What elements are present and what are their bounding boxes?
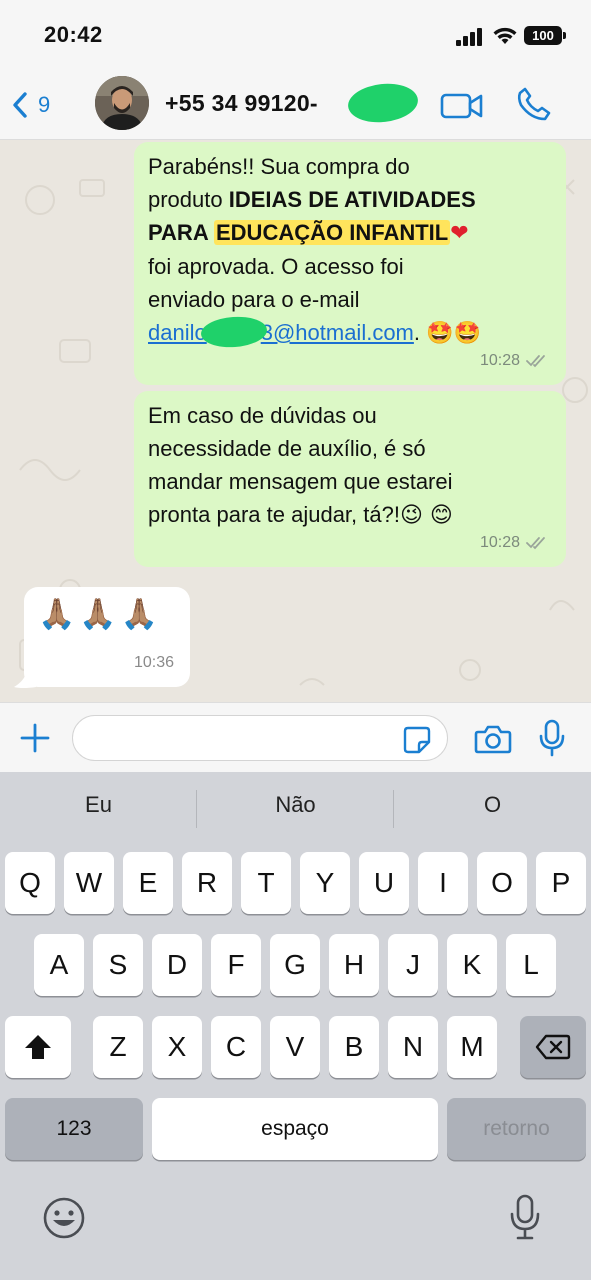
redaction-mark [346, 80, 420, 126]
key[interactable]: G [270, 934, 320, 996]
wink-smile-emoji: 😉 😊 [399, 503, 453, 528]
key[interactable]: C [211, 1016, 261, 1078]
key[interactable]: L [506, 934, 556, 996]
message-timestamp: 10:28 [480, 526, 550, 559]
avatar-image [95, 76, 149, 130]
key[interactable]: X [152, 1016, 202, 1078]
plus-icon[interactable] [18, 721, 52, 755]
message-line: enviado para o e-mail [148, 287, 360, 312]
return-key[interactable]: retorno [447, 1098, 586, 1160]
backspace-key[interactable] [520, 1016, 586, 1078]
battery-indicator: 100 [524, 26, 566, 45]
message-line: PARA EDUCAÇÃO INFANTIL❤ [148, 216, 552, 250]
suggestion-item[interactable]: Não [197, 792, 394, 818]
message-timestamp: 10:28 [480, 344, 550, 377]
key[interactable]: P [536, 852, 586, 914]
message-line: necessidade de auxílio, é só [148, 436, 426, 461]
chat-area[interactable]: Parabéns!! Sua compra do produto IDEIAS … [0, 140, 591, 702]
message-bubble[interactable]: Em caso de dúvidas ou necessidade de aux… [134, 391, 566, 567]
chevron-left-icon [13, 92, 27, 118]
unread-count: 9 [38, 92, 51, 117]
back-button[interactable]: 9 [12, 86, 50, 124]
bubble-tail [14, 673, 36, 688]
message-timestamp: 10:36 [134, 646, 174, 679]
key[interactable]: E [123, 852, 173, 914]
sticker-icon[interactable] [402, 725, 432, 755]
key[interactable]: U [359, 852, 409, 914]
key[interactable]: S [93, 934, 143, 996]
product-name-bold: IDEIAS DE ATIVIDADES [228, 187, 476, 212]
heart-emoji: ❤ [450, 221, 469, 246]
message-line: foi aprovada. O acesso foi [148, 254, 404, 279]
dictation-microphone-icon[interactable] [508, 1194, 542, 1240]
key[interactable]: O [477, 852, 527, 914]
key[interactable]: D [152, 934, 202, 996]
status-bar: 20:42 100 [0, 0, 591, 70]
backspace-icon [535, 1034, 571, 1060]
message-line: Parabéns!! Sua compra do [148, 154, 410, 179]
message-bubble[interactable]: Parabéns!! Sua compra do produto IDEIAS … [134, 142, 566, 385]
key[interactable]: Q [5, 852, 55, 914]
email-link[interactable]: danilo 3@hotmail.com [148, 314, 414, 350]
avatar[interactable] [95, 76, 149, 130]
message-input[interactable] [72, 715, 448, 761]
wifi-icon [493, 27, 517, 44]
shift-key[interactable] [5, 1016, 71, 1078]
key[interactable]: J [388, 934, 438, 996]
chat-header: 9 +55 34 99120- [0, 70, 591, 140]
key[interactable]: Y [300, 852, 350, 914]
microphone-icon[interactable] [538, 719, 566, 757]
star-struck-emoji: 🤩🤩 [426, 321, 481, 346]
key[interactable]: N [388, 1016, 438, 1078]
camera-icon[interactable] [474, 723, 512, 755]
key[interactable]: I [418, 852, 468, 914]
phone-icon[interactable] [516, 86, 552, 122]
timestamp-text: 10:28 [479, 534, 520, 551]
video-call-icon[interactable] [440, 90, 484, 122]
message-text-segment: . [413, 320, 421, 345]
signal-icon [456, 26, 486, 46]
message-line: produto IDEIAS DE ATIVIDADES [148, 183, 552, 216]
message-text-segment: produto [148, 187, 229, 212]
timestamp-text: 10:36 [133, 654, 174, 671]
message-bubble[interactable]: 🙏🏽🙏🏽🙏🏽 10:36 [24, 587, 190, 687]
key[interactable]: F [211, 934, 261, 996]
key[interactable]: V [270, 1016, 320, 1078]
numbers-key[interactable]: 123 [5, 1098, 143, 1160]
product-name-highlight: EDUCAÇÃO INFANTIL [214, 220, 451, 245]
contact-name[interactable]: +55 34 99120- [165, 90, 318, 117]
key[interactable]: T [241, 852, 291, 914]
message-input-bar [0, 702, 591, 772]
message-line: Em caso de dúvidas ou [148, 403, 377, 428]
product-name-bold: PARA [148, 220, 214, 245]
status-time: 20:42 [44, 22, 103, 47]
email-link-end: 3@hotmail.com [260, 320, 414, 345]
shift-icon [25, 1035, 51, 1059]
message-line: mandar mensagem que estarei [148, 469, 453, 494]
suggestion-item[interactable]: O [394, 792, 591, 818]
key[interactable]: K [447, 934, 497, 996]
double-check-icon [526, 354, 545, 367]
suggestion-item[interactable]: Eu [0, 792, 197, 818]
key[interactable]: R [182, 852, 232, 914]
timestamp-text: 10:28 [479, 352, 520, 369]
email-link-start: danilo [148, 320, 207, 345]
message-text-segment: pronta para te ajudar, tá?! [148, 502, 400, 527]
redaction-mark [199, 314, 268, 350]
emoji-keyboard-icon[interactable] [42, 1196, 86, 1240]
space-key[interactable]: espaço [152, 1098, 438, 1160]
key[interactable]: M [447, 1016, 497, 1078]
double-check-icon [526, 536, 545, 549]
key[interactable]: Z [93, 1016, 143, 1078]
praying-hands-emoji: 🙏🏽🙏🏽🙏🏽 [38, 597, 163, 632]
message-text: Em caso de dúvidas ou necessidade de aux… [148, 399, 552, 532]
suggestion-bar: Eu Não O [0, 772, 591, 844]
key[interactable]: B [329, 1016, 379, 1078]
key[interactable]: H [329, 934, 379, 996]
key[interactable]: A [34, 934, 84, 996]
keyboard: Eu Não O Q W E R T Y U I O P A S D F G H… [0, 772, 591, 1280]
message-text: Parabéns!! Sua compra do produto IDEIAS … [148, 150, 552, 350]
key[interactable]: W [64, 852, 114, 914]
